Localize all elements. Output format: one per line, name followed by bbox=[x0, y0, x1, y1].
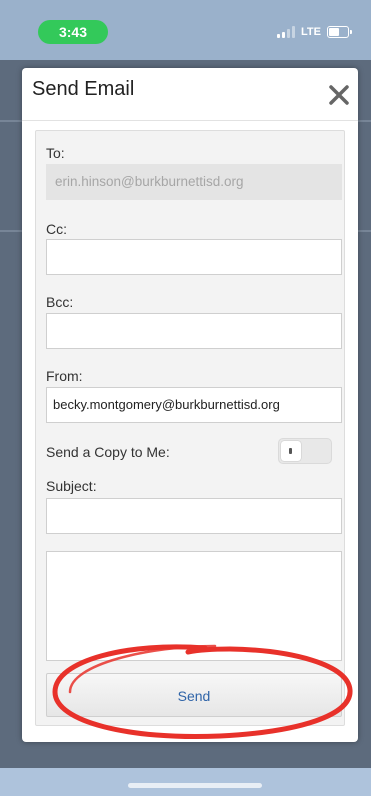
toggle-knob bbox=[281, 441, 301, 461]
copy-to-me-toggle[interactable] bbox=[278, 438, 332, 464]
email-form: To: erin.hinson@burkburnettisd.org Cc: B… bbox=[35, 130, 345, 726]
send-email-dialog: Send Email To: erin.hinson@burkburnettis… bbox=[22, 68, 358, 742]
cc-field[interactable] bbox=[46, 239, 342, 275]
subject-label: Subject: bbox=[46, 478, 97, 494]
bcc-label: Bcc: bbox=[46, 294, 74, 310]
bcc-field[interactable] bbox=[46, 313, 342, 349]
copy-to-me-label: Send a Copy to Me: bbox=[46, 444, 170, 460]
to-field: erin.hinson@burkburnettisd.org bbox=[46, 164, 342, 200]
home-indicator[interactable] bbox=[128, 783, 262, 788]
close-icon bbox=[329, 85, 349, 105]
bottom-bar bbox=[0, 768, 371, 796]
dialog-title: Send Email bbox=[32, 78, 135, 100]
subject-field[interactable] bbox=[46, 498, 342, 534]
network-type: LTE bbox=[301, 26, 321, 38]
battery-level bbox=[329, 28, 339, 36]
from-label: From: bbox=[46, 368, 83, 384]
to-label: To: bbox=[46, 145, 65, 161]
message-body-field[interactable] bbox=[46, 551, 342, 661]
status-time: 3:43 bbox=[38, 20, 108, 44]
close-button[interactable] bbox=[326, 82, 352, 108]
cc-label: Cc: bbox=[46, 221, 67, 237]
from-field[interactable]: becky.montgomery@burkburnettisd.org bbox=[46, 387, 342, 423]
status-indicators: LTE bbox=[277, 24, 352, 40]
send-button[interactable]: Send bbox=[46, 673, 342, 717]
signal-icon bbox=[277, 26, 296, 38]
dialog-divider bbox=[22, 120, 358, 121]
battery-icon bbox=[327, 26, 352, 38]
status-bar: 3:43 LTE bbox=[0, 0, 371, 60]
